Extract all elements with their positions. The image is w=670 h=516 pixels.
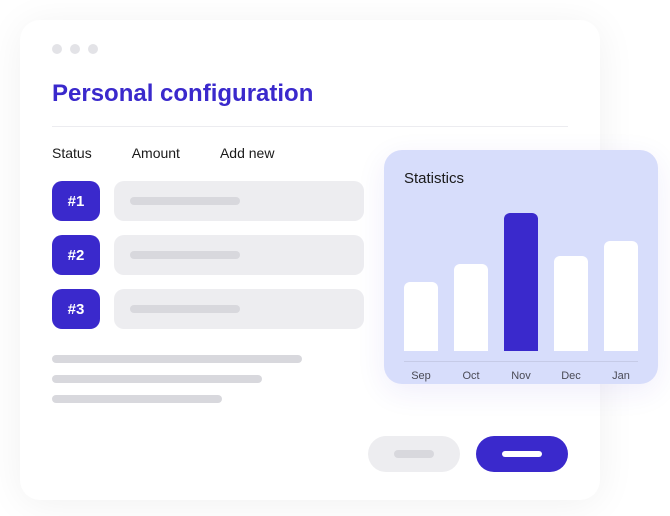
bar[interactable] [554, 256, 588, 351]
col-status: Status [52, 145, 92, 161]
bar[interactable] [454, 264, 488, 351]
placeholder-line [130, 197, 240, 205]
placeholder-line [52, 395, 222, 403]
cancel-button[interactable] [368, 436, 460, 472]
traffic-dot-icon [88, 44, 98, 54]
status-badge: #2 [52, 235, 100, 275]
bar[interactable] [604, 241, 638, 351]
traffic-dot-icon [52, 44, 62, 54]
placeholder-line [52, 355, 302, 363]
bar-label: Sep [404, 370, 438, 382]
row-card[interactable] [114, 235, 364, 275]
window-controls [52, 44, 568, 54]
submit-button[interactable] [476, 436, 568, 472]
row-card[interactable] [114, 289, 364, 329]
traffic-dot-icon [70, 44, 80, 54]
placeholder-line [130, 251, 240, 259]
bar-labels: Sep Oct Nov Dec Jan [404, 361, 638, 382]
placeholder-line [130, 305, 240, 313]
action-buttons [368, 436, 568, 472]
col-amount: Amount [132, 145, 180, 161]
bar-chart [404, 201, 638, 351]
status-badge: #3 [52, 289, 100, 329]
col-add-new[interactable]: Add new [220, 145, 274, 161]
placeholder-line [52, 375, 262, 383]
status-badge: #1 [52, 181, 100, 221]
bar[interactable] [404, 282, 438, 351]
divider [52, 126, 568, 127]
page-title: Personal configuration [52, 80, 568, 108]
bar-label: Nov [504, 370, 538, 382]
bar[interactable] [504, 213, 538, 351]
bar-label: Oct [454, 370, 488, 382]
statistics-card: Statistics Sep Oct Nov Dec Jan [384, 150, 658, 384]
bar-label: Jan [604, 370, 638, 382]
stats-title: Statistics [404, 170, 638, 187]
row-card[interactable] [114, 181, 364, 221]
bar-label: Dec [554, 370, 588, 382]
